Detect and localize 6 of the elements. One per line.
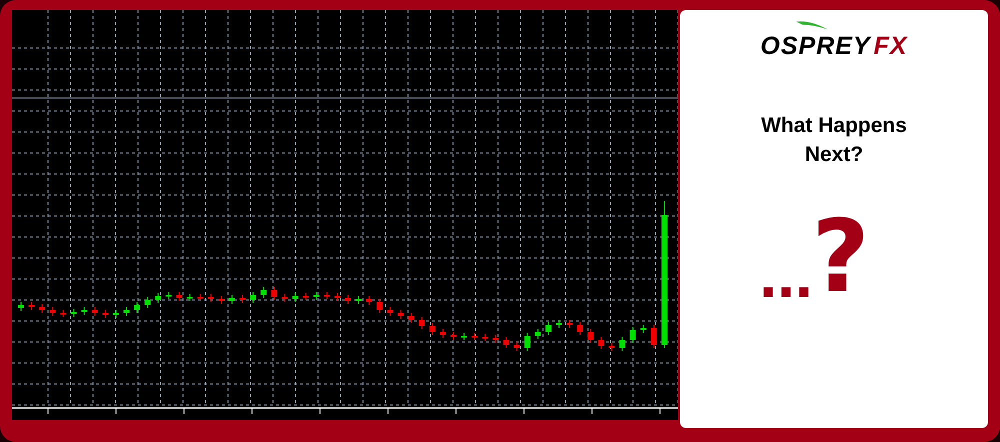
wing-icon	[796, 20, 828, 31]
logo-accent: FX	[874, 32, 908, 61]
headline: What Happens Next?	[760, 113, 908, 168]
question-mark: ?	[812, 212, 870, 302]
ellipsis: ...	[758, 260, 812, 302]
logo-wordmark: OSPREY	[760, 32, 871, 61]
